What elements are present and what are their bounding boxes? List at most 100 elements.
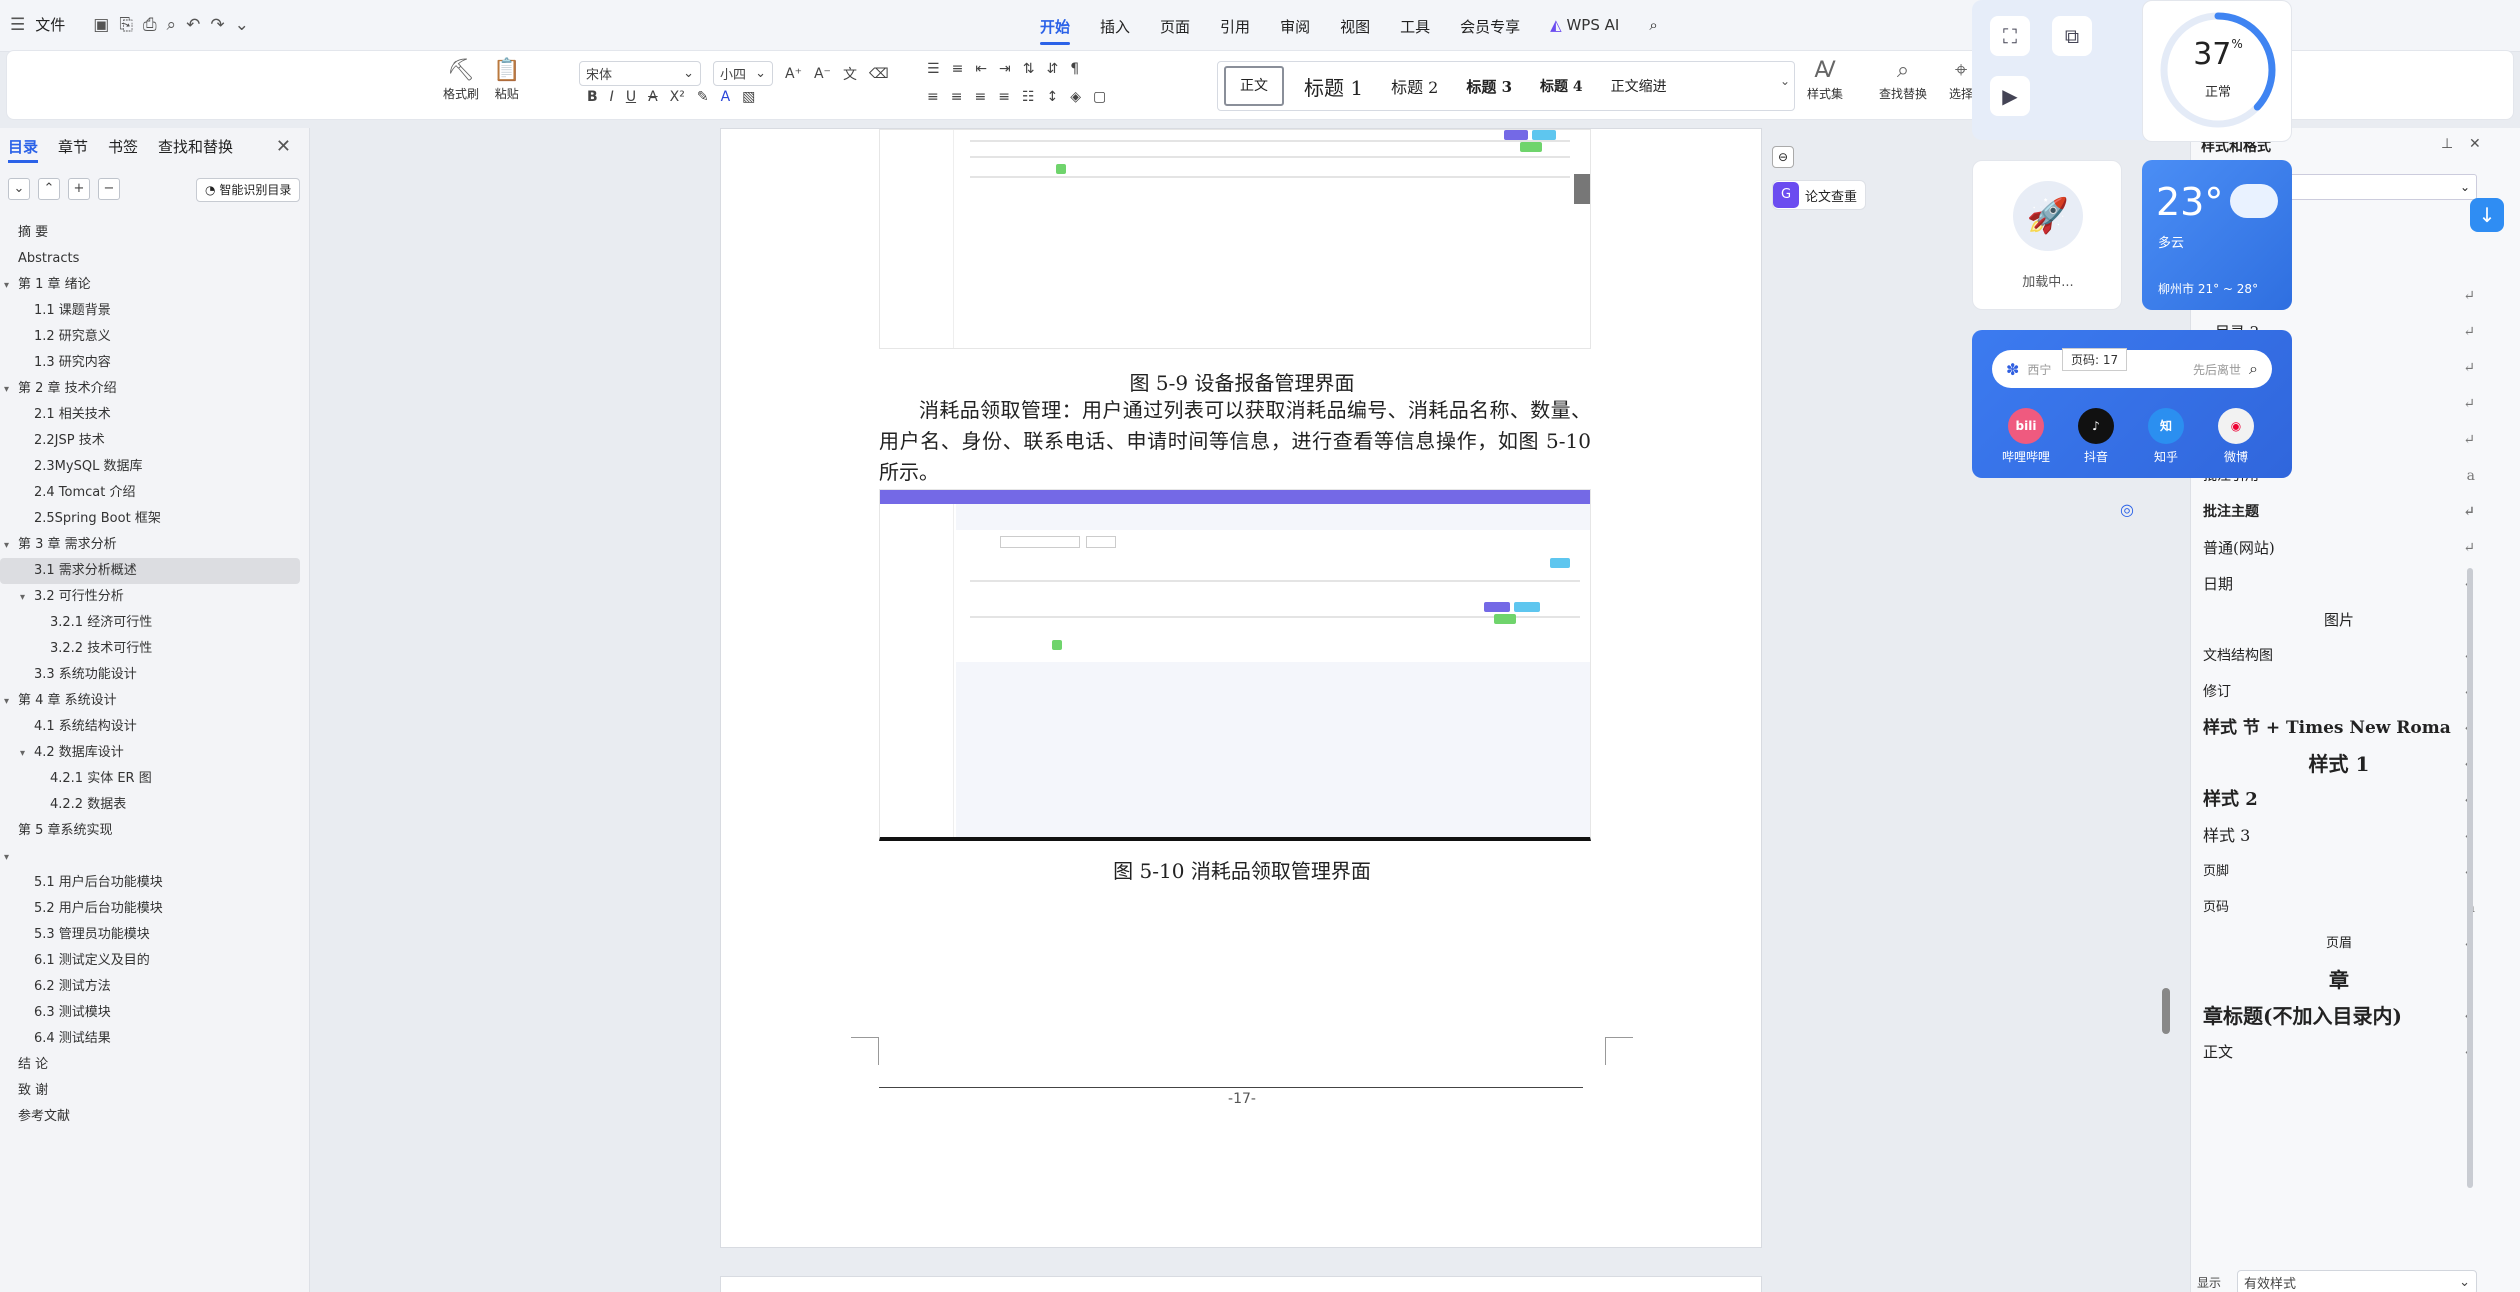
style-list-item[interactable]: 样式 1↵ bbox=[2197, 746, 2481, 782]
toc-item[interactable]: ▾ 4.2 数据库设计 bbox=[0, 740, 310, 766]
style-select[interactable]: ⌄ bbox=[2287, 174, 2477, 200]
toc-item[interactable]: 1.1 课题背景 bbox=[0, 298, 310, 324]
style-list-item[interactable]: 修订↵ bbox=[2197, 674, 2481, 710]
find-replace-button[interactable]: ⌕ 查找替换 bbox=[1879, 57, 1927, 102]
zhihu-icon[interactable]: 知 bbox=[2148, 408, 2184, 444]
font-color-icon[interactable]: A bbox=[721, 89, 731, 105]
save-icon[interactable]: ▣ bbox=[93, 15, 109, 35]
tab-references[interactable]: 引用 bbox=[1220, 16, 1250, 45]
style-list-item[interactable]: 样式 节 + Times New Roma↵ bbox=[2197, 710, 2481, 746]
grow-font-icon[interactable]: A⁺ bbox=[785, 66, 802, 82]
tab-view[interactable]: 视图 bbox=[1340, 16, 1370, 45]
toc-item[interactable]: 6.4 测试结果 bbox=[0, 1026, 310, 1052]
clear-format-icon[interactable]: ⌫ bbox=[869, 66, 889, 82]
search-input[interactable]: ✽ 西宁 先后离世 ⌕ bbox=[1992, 350, 2272, 388]
tab-review[interactable]: 审阅 bbox=[1280, 16, 1310, 45]
show-select[interactable]: 有效样式 ⌄ bbox=[2237, 1270, 2478, 1292]
toc-item[interactable]: 1.2 研究意义 bbox=[0, 324, 310, 350]
style-list-item[interactable]: 样式 3↵ bbox=[2197, 818, 2481, 854]
expand-caret-icon[interactable]: ▾ bbox=[4, 377, 18, 403]
superscript-icon[interactable]: X² bbox=[670, 89, 685, 105]
toc-item[interactable]: 4.2.2 数据表 bbox=[0, 792, 310, 818]
shading-icon[interactable]: ◈ bbox=[1070, 89, 1081, 105]
toc-item[interactable]: ▾ 3.2 可行性分析 bbox=[0, 584, 310, 610]
font-name-select[interactable]: 宋体 ⌄ bbox=[579, 61, 701, 86]
underline-icon[interactable]: U bbox=[626, 89, 636, 105]
select-button[interactable]: ⌖ 选择 bbox=[1949, 57, 1973, 102]
highlight-icon[interactable]: ✎ bbox=[697, 89, 709, 105]
toc-item[interactable]: 2.2JSP 技术 bbox=[0, 428, 310, 454]
plagiarism-check-button[interactable]: G 论文查重 bbox=[1772, 180, 1867, 210]
chevron-up-icon[interactable]: ⌃ bbox=[38, 178, 60, 200]
increase-indent-icon[interactable]: ⇥ bbox=[999, 61, 1011, 77]
crop-icon[interactable]: ⛶ bbox=[1990, 16, 2030, 56]
decrease-indent-icon[interactable]: ⇤ bbox=[975, 61, 987, 77]
style-list-item[interactable]: 章标题(不加入目录内)↵ bbox=[2197, 998, 2481, 1034]
toc-item[interactable]: 3.2.2 技术可行性 bbox=[0, 636, 310, 662]
toc-item[interactable]: ▾ 第 4 章 系统设计 bbox=[0, 688, 310, 714]
style-normal[interactable]: 正文 bbox=[1224, 66, 1284, 106]
menu-icon[interactable]: ☰ bbox=[10, 15, 25, 35]
screenshot-icon[interactable]: ⧉ bbox=[2052, 16, 2092, 56]
toc-item[interactable]: 3.2.1 经济可行性 bbox=[0, 610, 310, 636]
record-icon[interactable]: ▶ bbox=[1990, 76, 2030, 116]
toc-item[interactable]: 2.3MySQL 数据库 bbox=[0, 454, 310, 480]
print-icon[interactable]: ⎙ bbox=[143, 15, 157, 35]
toc-item[interactable]: 5.2 用户后台功能模块 bbox=[0, 896, 310, 922]
expand-caret-icon[interactable]: ▾ bbox=[4, 689, 18, 715]
toc-item[interactable]: 3.1 需求分析概述 bbox=[0, 558, 300, 584]
style-list-item[interactable]: 正文↵ bbox=[2197, 1034, 2481, 1070]
toc-item[interactable]: 5.3 管理员功能模块 bbox=[0, 922, 310, 948]
style-list-item[interactable]: 普通(网站) ↵ bbox=[2197, 530, 2481, 566]
expand-caret-icon[interactable]: ▾ bbox=[4, 533, 18, 559]
remove-icon[interactable]: − bbox=[98, 178, 120, 200]
pin-icon[interactable]: ⊥ bbox=[2441, 136, 2453, 152]
print-preview-icon[interactable]: ⌕ bbox=[167, 15, 177, 35]
smart-toc-button[interactable]: ◔ 智能识别目录 bbox=[196, 178, 301, 202]
justify-icon[interactable]: ≡ bbox=[998, 89, 1010, 105]
distribute-icon[interactable]: ☷ bbox=[1022, 89, 1035, 105]
style-list-item[interactable]: 页眉↵ bbox=[2197, 926, 2481, 962]
tab-toc[interactable]: 目录 bbox=[8, 136, 39, 163]
toc-item[interactable]: 结 论 bbox=[0, 1052, 310, 1078]
toc-item[interactable]: 致 谢 bbox=[0, 1078, 310, 1104]
notification-icon[interactable]: ◎ bbox=[2120, 500, 2134, 519]
tab-chapters[interactable]: 章节 bbox=[58, 136, 88, 163]
line-spacing-icon[interactable]: ↕ bbox=[1047, 89, 1059, 105]
format-painter-button[interactable]: ⛏ 格式刷 bbox=[443, 57, 479, 102]
style-list-item[interactable]: 章 bbox=[2197, 962, 2481, 998]
italic-icon[interactable]: I bbox=[610, 89, 614, 105]
bold-icon[interactable]: B bbox=[587, 89, 598, 105]
expand-caret-icon[interactable]: ▾ bbox=[20, 585, 34, 611]
wps-ai-button[interactable]: ◭ WPS AI bbox=[1550, 16, 1619, 45]
add-icon[interactable]: + bbox=[68, 178, 90, 200]
sort-icon[interactable]: ⇵ bbox=[1047, 61, 1059, 77]
style-heading-2[interactable]: 标题 2 bbox=[1377, 74, 1452, 98]
style-list-scrollbar[interactable] bbox=[2467, 568, 2473, 1188]
tab-tools[interactable]: 工具 bbox=[1400, 16, 1430, 45]
style-heading-1[interactable]: 标题 1 bbox=[1290, 72, 1377, 101]
numbered-list-icon[interactable]: ≡ bbox=[952, 61, 964, 77]
chevron-down-icon[interactable]: ⌄ bbox=[8, 178, 30, 200]
style-heading-4[interactable]: 标题 4 bbox=[1526, 76, 1597, 96]
bilibili-icon[interactable]: bili bbox=[2008, 408, 2044, 444]
show-marks-icon[interactable]: ¶ bbox=[1070, 61, 1079, 77]
chevron-down-icon[interactable]: ⌄ bbox=[235, 15, 249, 35]
style-list-item[interactable]: 日期↵ bbox=[2197, 566, 2481, 602]
tab-find-replace[interactable]: 查找和替换 bbox=[158, 136, 233, 163]
tab-membership[interactable]: 会员专享 bbox=[1460, 16, 1520, 45]
align-right-icon[interactable]: ≡ bbox=[974, 89, 986, 105]
shrink-font-icon[interactable]: A⁻ bbox=[814, 66, 831, 82]
douyin-icon[interactable]: ♪ bbox=[2078, 408, 2114, 444]
expand-caret-icon[interactable]: ▾ bbox=[4, 845, 18, 871]
style-gallery-more-icon[interactable]: ⌄ bbox=[1780, 74, 1790, 88]
toc-item[interactable]: 摘 要 bbox=[0, 220, 310, 246]
style-list-item[interactable]: 图片 bbox=[2197, 602, 2481, 638]
redo-icon[interactable]: ↷ bbox=[210, 15, 224, 35]
style-body-indent[interactable]: 正文缩进 bbox=[1597, 76, 1681, 96]
tab-home[interactable]: 开始 bbox=[1040, 16, 1070, 45]
scrollbar-thumb[interactable] bbox=[2162, 988, 2170, 1034]
toc-item[interactable]: ▾ bbox=[0, 844, 310, 870]
toc-item[interactable]: 参考文献 bbox=[0, 1104, 310, 1130]
expand-caret-icon[interactable]: ▾ bbox=[20, 741, 34, 767]
